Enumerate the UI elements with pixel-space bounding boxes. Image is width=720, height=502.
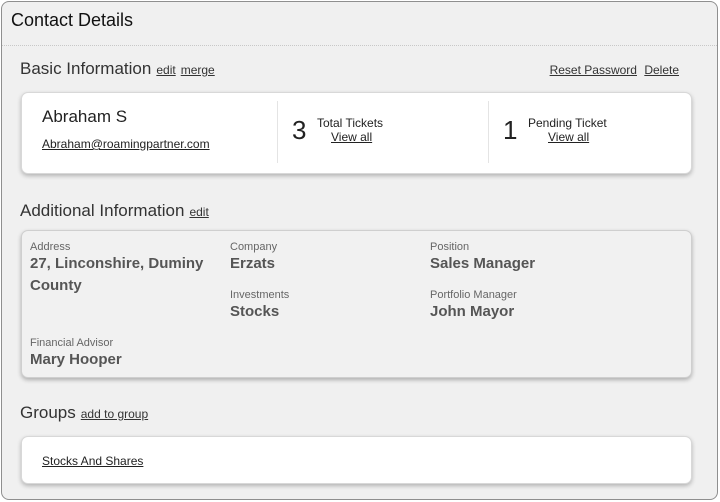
company-field: Company Erzats: [230, 241, 420, 275]
address-value: 27, Linconshire, Duminy County: [30, 255, 204, 294]
address-label: Address: [30, 241, 71, 253]
total-tickets-label: Total Tickets: [317, 116, 384, 130]
financial-advisor-label: Financial Advisor: [30, 337, 114, 349]
basic-info-header: Basic Information edit merge: [20, 59, 215, 79]
basic-edit-link[interactable]: edit: [156, 63, 175, 77]
merge-link[interactable]: merge: [181, 63, 215, 77]
additional-info-header: Additional Information edit: [20, 201, 209, 221]
additional-info-card: Address 27, Linconshire, Duminy County C…: [21, 230, 692, 378]
basic-info-card: Abraham S Abraham@roamingpartner.com 3 T…: [21, 92, 692, 174]
portfolio-manager-field: Portfolio Manager John Mayor: [430, 289, 630, 323]
address-field: Address 27, Linconshire, Duminy County: [30, 241, 220, 297]
investments-label: Investments: [230, 289, 290, 301]
card-divider: [488, 101, 489, 163]
pending-tickets-label: Pending Ticket: [528, 116, 607, 130]
position-label: Position: [430, 241, 470, 253]
total-tickets-view-all[interactable]: View all: [331, 130, 372, 144]
pending-tickets-view-all[interactable]: View all: [548, 130, 589, 144]
position-field: Position Sales Manager: [430, 241, 630, 275]
page-title: Contact Details: [11, 10, 134, 30]
group-item-link[interactable]: Stocks And Shares: [42, 454, 143, 468]
groups-title: Groups: [20, 403, 76, 422]
contact-email-link[interactable]: Abraham@roamingpartner.com: [42, 137, 210, 151]
contact-name: Abraham S: [42, 107, 128, 126]
pending-tickets-count: 1: [503, 115, 518, 145]
delete-link[interactable]: Delete: [644, 63, 679, 77]
groups-header: Groups add to group: [20, 403, 148, 423]
contact-details-window: Contact Details Basic Information edit m…: [1, 1, 718, 500]
card-divider: [277, 101, 278, 163]
portfolio-manager-label: Portfolio Manager: [430, 289, 517, 301]
groups-card: Stocks And Shares: [21, 436, 692, 484]
position-value: Sales Manager: [430, 255, 536, 272]
reset-password-link[interactable]: Reset Password: [550, 63, 637, 77]
basic-info-title: Basic Information: [20, 59, 152, 78]
additional-edit-link[interactable]: edit: [189, 205, 208, 219]
add-to-group-link[interactable]: add to group: [81, 407, 148, 421]
financial-advisor-field: Financial Advisor Mary Hooper: [30, 337, 220, 371]
financial-advisor-value: Mary Hooper: [30, 351, 122, 368]
investments-field: Investments Stocks: [230, 289, 420, 323]
window-header: Contact Details: [2, 2, 717, 46]
account-actions: Reset Password Delete: [546, 63, 679, 77]
total-tickets-count: 3: [292, 115, 307, 145]
portfolio-manager-value: John Mayor: [430, 303, 515, 320]
additional-info-title: Additional Information: [20, 201, 185, 220]
company-value: Erzats: [230, 255, 276, 272]
company-label: Company: [230, 241, 278, 253]
investments-value: Stocks: [230, 303, 280, 320]
